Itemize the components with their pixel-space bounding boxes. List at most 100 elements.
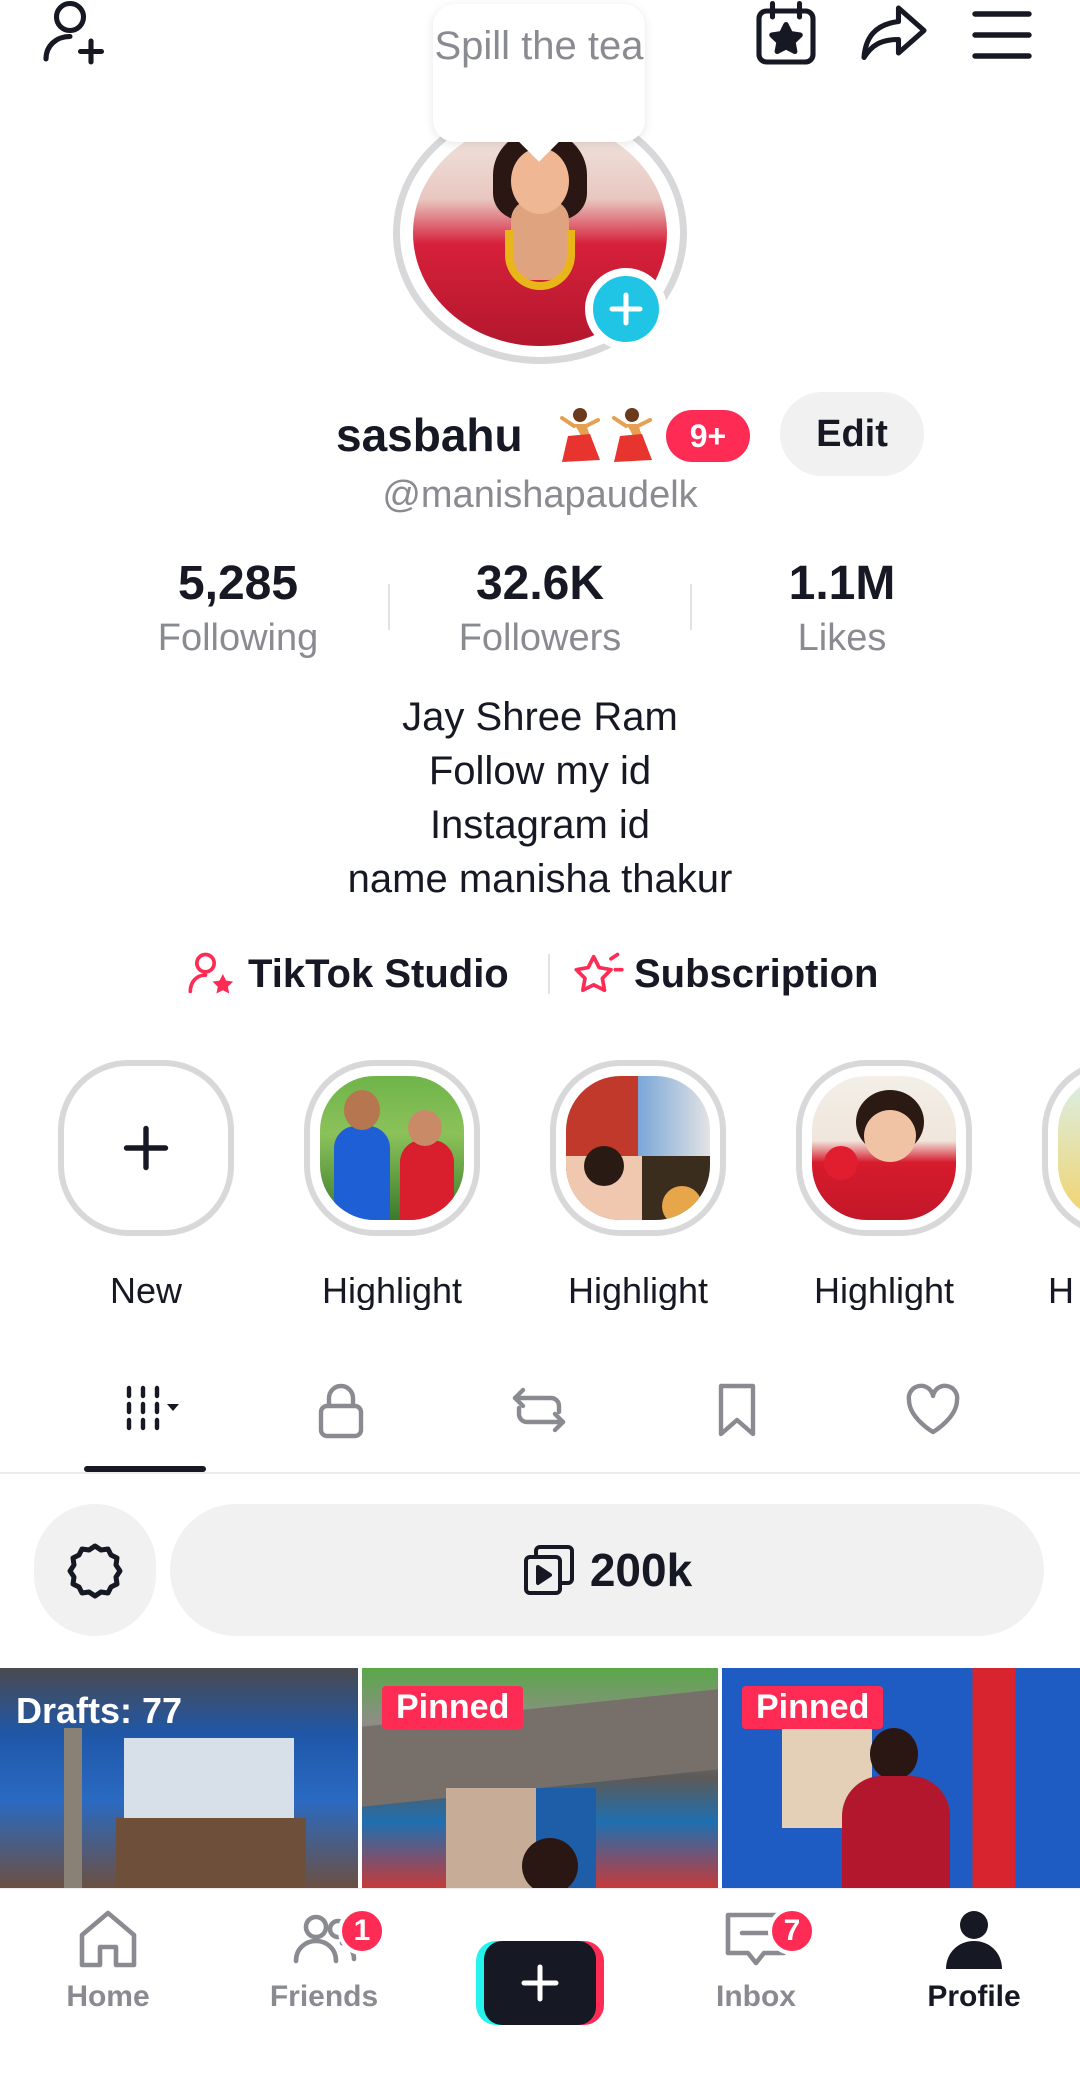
bio-line: name manisha thakur — [347, 857, 733, 901]
nav-home[interactable]: Home — [18, 1903, 198, 2014]
stat-value: 5,285 — [177, 557, 299, 610]
links-divider — [548, 954, 550, 994]
stat-value: 1.1M — [788, 557, 896, 610]
profile-icon — [946, 1911, 1002, 1969]
video-grid: Drafts: 77 Pinned Pinned — [0, 1668, 1080, 1888]
highlight-item[interactable]: Highlight — [794, 1060, 974, 1310]
heart-icon — [906, 1383, 960, 1435]
bio-line: Jay Shree Ram — [402, 695, 678, 739]
stat-label: Likes — [797, 617, 887, 659]
highlight-item[interactable]: Highlight — [302, 1060, 482, 1310]
highlight-thumbnail — [320, 1076, 464, 1220]
dancer-emoji-icon — [560, 408, 600, 462]
tab-liked[interactable] — [878, 1370, 988, 1450]
nav-inbox[interactable]: Inbox 7 — [666, 1903, 846, 2014]
user-handle: @manishapaudelk — [382, 474, 698, 516]
create-icon — [521, 1964, 559, 2002]
stat-following[interactable]: 5,285 Following — [118, 552, 358, 660]
filter-row: 200k — [0, 1504, 1080, 1636]
note-bubble[interactable]: Spill the tea — [433, 4, 645, 142]
tab-private[interactable] — [286, 1370, 396, 1450]
nav-label: Home — [66, 1980, 150, 2013]
videos-grid-icon — [126, 1385, 179, 1431]
menu-icon[interactable] — [962, 0, 1042, 70]
notification-badge[interactable]: 9+ — [666, 410, 750, 462]
subscription-link[interactable]: Subscription — [572, 944, 878, 1004]
friends-badge: 1 — [338, 1907, 386, 1955]
bookmark-icon — [718, 1383, 756, 1437]
highlight-new[interactable]: New — [56, 1060, 236, 1310]
share-icon[interactable] — [854, 0, 934, 70]
tiktok-studio-label: TikTok Studio — [248, 951, 509, 996]
nav-profile[interactable]: Profile — [884, 1903, 1064, 2014]
stat-divider — [388, 584, 390, 630]
create-button[interactable] — [476, 1941, 604, 2025]
tab-favorites[interactable] — [682, 1370, 792, 1450]
highlight-label: H — [1048, 1270, 1074, 1310]
profile-stats: 5,285 Following 32.6K Followers 1.1M Lik… — [0, 552, 1080, 662]
pinned-badge: Pinned — [382, 1686, 524, 1729]
video-count-label: 200k — [589, 1544, 693, 1596]
subscription-label: Subscription — [634, 951, 879, 996]
stat-likes[interactable]: 1.1M Likes — [722, 552, 962, 660]
content-tabs — [0, 1370, 1080, 1474]
subscription-star-icon — [574, 952, 624, 993]
stat-value: 32.6K — [475, 557, 605, 610]
video-settings-button[interactable] — [34, 1504, 156, 1636]
home-icon — [79, 1910, 137, 1968]
studio-icon — [188, 952, 234, 994]
video-count-button[interactable]: 200k — [170, 1504, 1044, 1636]
highlight-ring — [796, 1060, 972, 1236]
tab-videos[interactable] — [96, 1370, 206, 1450]
highlight-ring — [550, 1060, 726, 1236]
bio-line: Instagram id — [429, 803, 651, 847]
stat-label: Following — [157, 617, 319, 659]
name-row: sasbahu 9+ Edit — [0, 392, 1080, 482]
highlight-thumbnail — [566, 1076, 710, 1220]
tiktok-studio-link[interactable]: TikTok Studio — [186, 944, 509, 1004]
highlight-item[interactable]: H — [1040, 1060, 1080, 1310]
video-thumbnail[interactable]: Pinned — [722, 1668, 1080, 1888]
active-tab-indicator — [84, 1466, 206, 1472]
highlight-label: Highlight — [567, 1270, 709, 1310]
highlight-ring — [304, 1060, 480, 1236]
highlight-thumbnail — [812, 1076, 956, 1220]
plus-icon — [609, 292, 643, 326]
drafts-label: Drafts: 77 — [16, 1690, 183, 1731]
repost-icon — [512, 1387, 566, 1433]
edit-profile-button[interactable]: Edit — [780, 392, 924, 476]
pinned-badge: Pinned — [742, 1686, 884, 1729]
bottom-navigation: Home Friends 1 Inbox 7 Profile — [0, 1888, 1080, 2088]
dancer-emoji-icon — [612, 408, 652, 462]
stat-label: Followers — [458, 617, 622, 659]
highlight-ring — [1042, 1060, 1080, 1236]
bio-line: Follow my id — [428, 749, 652, 793]
stat-followers[interactable]: 32.6K Followers — [420, 552, 660, 660]
add-story-button[interactable] — [585, 268, 667, 350]
video-thumbnail-drafts[interactable]: Drafts: 77 — [0, 1668, 358, 1888]
lock-icon — [318, 1383, 364, 1439]
username: sasbahu — [336, 409, 523, 461]
highlight-item[interactable]: Highlight — [548, 1060, 728, 1310]
highlight-label: Highlight — [321, 1270, 463, 1310]
highlights-row: New Highlight Highlight Highlight H — [0, 1060, 1080, 1310]
stat-divider — [690, 584, 692, 630]
gear-icon — [67, 1543, 123, 1599]
highlight-thumbnail — [1058, 1076, 1080, 1220]
add-friend-icon[interactable] — [36, 0, 116, 70]
play-stack-icon — [523, 1545, 574, 1595]
nav-friends[interactable]: Friends 1 — [234, 1903, 414, 2014]
calendar-star-icon[interactable] — [746, 0, 826, 70]
inbox-badge: 7 — [768, 1907, 816, 1955]
tab-reposts[interactable] — [484, 1370, 594, 1450]
profile-bio: Jay Shree Ram Follow my id Instagram id … — [0, 690, 1080, 906]
nav-label: Profile — [927, 1980, 1021, 2013]
nav-label: Friends — [269, 1980, 379, 2013]
highlight-label: New — [109, 1270, 183, 1310]
profile-links: TikTok Studio Subscription — [0, 944, 1080, 1004]
video-thumbnail[interactable]: Pinned — [362, 1668, 718, 1888]
plus-icon — [123, 1125, 169, 1171]
nav-label: Inbox — [716, 1980, 796, 2013]
highlight-new-ring — [58, 1060, 234, 1236]
highlight-label: Highlight — [813, 1270, 955, 1310]
